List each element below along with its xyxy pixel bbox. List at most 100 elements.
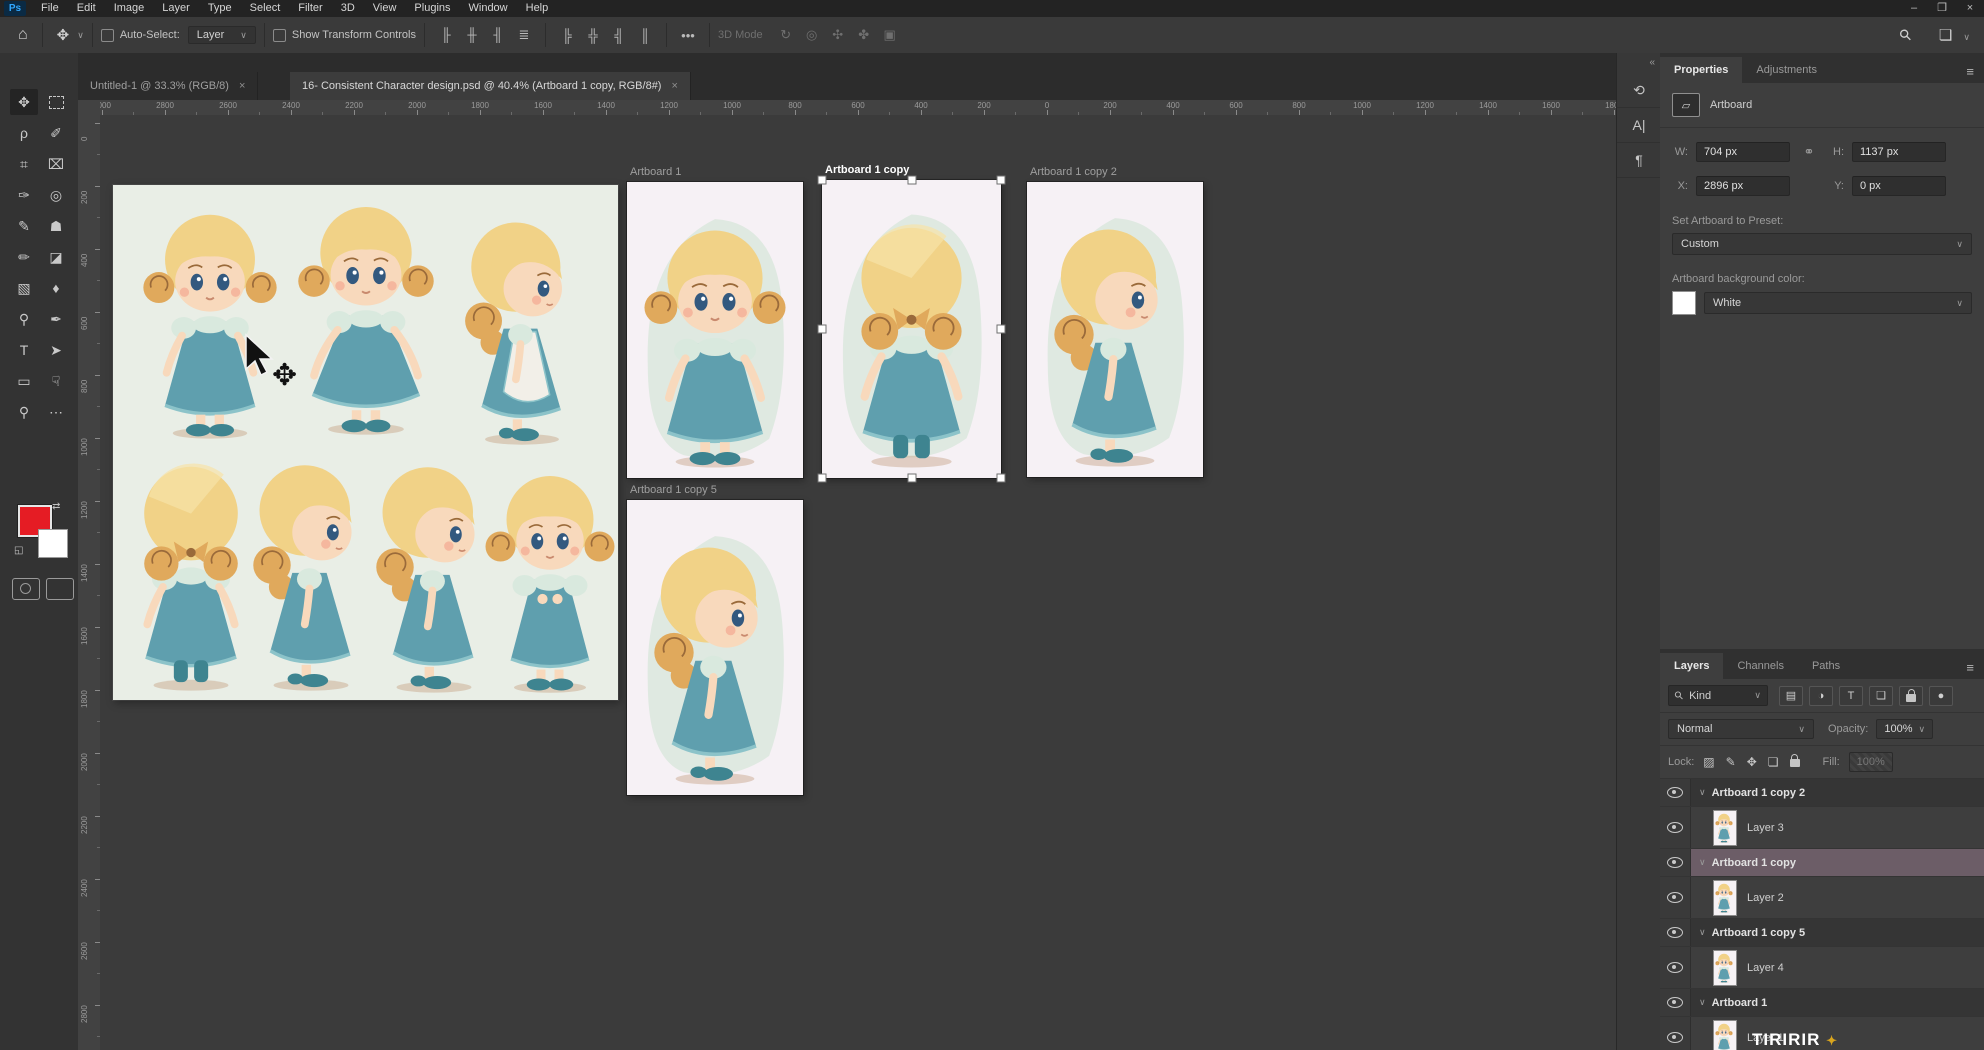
preset-dropdown[interactable]: Custom ∨ — [1672, 233, 1972, 255]
layer-row[interactable]: Layer 4 — [1660, 947, 1984, 989]
hand-tool[interactable]: ☟ — [42, 368, 70, 394]
align-left-edges-icon[interactable]: ╠ — [554, 28, 580, 43]
layer-group-row-selected[interactable]: ∨Artboard 1 copy — [1660, 849, 1984, 877]
pen-tool[interactable]: ✒ — [42, 306, 70, 332]
restore-button[interactable]: ❐ — [1928, 0, 1956, 17]
filter-pixel-layers-icon[interactable]: ▤ — [1779, 686, 1803, 706]
path-selection-tool[interactable]: ➤ — [42, 337, 70, 363]
artboard-bg-dropdown[interactable]: White ∨ — [1704, 292, 1972, 314]
distribute-horizontally-icon[interactable]: ║ — [632, 28, 658, 43]
close-tab-icon[interactable]: × — [671, 80, 677, 92]
visibility-toggle[interactable] — [1660, 807, 1691, 848]
transform-handle[interactable] — [907, 474, 916, 483]
frame-tool[interactable]: ⌧ — [42, 151, 70, 177]
align-vertical-centers-icon[interactable]: ╫ — [459, 27, 485, 43]
layer-row[interactable]: Layer 2 — [1660, 877, 1984, 919]
visibility-toggle[interactable] — [1660, 877, 1691, 918]
layer-thumbnail[interactable] — [1713, 1020, 1737, 1050]
transform-handle[interactable] — [818, 176, 827, 185]
collapse-group-icon[interactable]: ∨ — [1699, 997, 1706, 1008]
filter-locked-layers-icon[interactable] — [1899, 686, 1923, 706]
tab-properties[interactable]: Properties — [1660, 57, 1742, 83]
tab-paths[interactable]: Paths — [1798, 653, 1854, 679]
more-align-options-button[interactable]: ••• — [675, 28, 701, 43]
visibility-toggle[interactable] — [1660, 849, 1691, 876]
zoom-tool[interactable]: ⚲ — [10, 399, 38, 425]
x-field[interactable]: 2896 px — [1696, 176, 1790, 196]
menu-image[interactable]: Image — [105, 0, 154, 17]
menu-window[interactable]: Window — [460, 0, 517, 17]
menu-layer[interactable]: Layer — [153, 0, 199, 17]
filter-type-layers-icon[interactable]: T — [1839, 686, 1863, 706]
vertical-ruler[interactable]: 0200400600800100012001400160018002000220… — [78, 115, 101, 1050]
eraser-tool[interactable]: ◪ — [42, 244, 70, 270]
character-panel-icon[interactable]: A| — [1617, 108, 1661, 143]
blend-mode-dropdown[interactable]: Normal ∨ — [1668, 719, 1814, 739]
brush-tool[interactable]: ✎ — [10, 213, 38, 239]
tab-adjustments[interactable]: Adjustments — [1742, 57, 1831, 83]
paragraph-panel-icon[interactable]: ¶ — [1617, 143, 1661, 178]
menu-type[interactable]: Type — [199, 0, 241, 17]
clone-stamp-tool[interactable]: ☗ — [42, 213, 70, 239]
menu-view[interactable]: View — [364, 0, 406, 17]
more-tools[interactable]: ⋯ — [42, 399, 70, 425]
layer-group-row[interactable]: ∨Artboard 1 — [1660, 989, 1984, 1017]
minimize-button[interactable]: – — [1900, 0, 1928, 17]
filter-smart-objects-icon[interactable]: ● — [1929, 686, 1953, 706]
filter-shape-layers-icon[interactable]: ❏ — [1869, 686, 1893, 706]
3d-pan-icon[interactable]: ✣ — [825, 27, 851, 43]
lock-artboard-icon[interactable]: ❏ — [1768, 755, 1779, 769]
3d-camera-icon[interactable]: ▣ — [877, 27, 903, 43]
tab-channels[interactable]: Channels — [1723, 653, 1797, 679]
horizontal-ruler[interactable]: 3000280026002400220020001800160014001200… — [100, 100, 1616, 116]
layer-row[interactable]: Layer 3 — [1660, 807, 1984, 849]
rectangle-tool[interactable]: ▭ — [10, 368, 38, 394]
artboard-label[interactable]: Artboard 1 — [630, 166, 681, 178]
lock-all-icon[interactable] — [1790, 754, 1800, 770]
layer-thumbnail[interactable] — [1713, 810, 1737, 846]
artboard-2[interactable] — [1027, 182, 1203, 477]
3d-slide-icon[interactable]: ✤ — [851, 27, 877, 43]
align-top-edges-icon[interactable]: ╟ — [433, 27, 459, 43]
move-tool[interactable]: ✥ — [10, 89, 38, 115]
layer-thumbnail[interactable] — [1713, 950, 1737, 986]
layer-group-row[interactable]: ∨Artboard 1 copy 2 — [1660, 779, 1984, 807]
transform-handle[interactable] — [818, 325, 827, 334]
opacity-field[interactable]: 100% ∨ — [1876, 719, 1933, 739]
mixer-brush-tool[interactable]: ✏ — [10, 244, 38, 270]
ruler-corner[interactable] — [78, 100, 101, 116]
screen-mode-button[interactable] — [46, 578, 74, 600]
align-bottom-edges-icon[interactable]: ╢ — [485, 27, 511, 43]
menu-edit[interactable]: Edit — [68, 0, 105, 17]
menu-plugins[interactable]: Plugins — [405, 0, 459, 17]
layer-thumbnail[interactable] — [1713, 880, 1737, 916]
panel-menu-icon[interactable]: ≡ — [1966, 64, 1984, 83]
width-field[interactable]: 704 px — [1696, 142, 1790, 162]
document-tab-0[interactable]: Untitled-1 @ 33.3% (RGB/8)× — [78, 72, 258, 100]
menu-select[interactable]: Select — [241, 0, 290, 17]
collapse-group-icon[interactable]: ∨ — [1699, 857, 1706, 868]
lasso-tool[interactable]: ρ — [10, 120, 38, 146]
expand-panels-icon[interactable]: « — [1649, 57, 1655, 68]
marquee-tool[interactable] — [42, 89, 70, 115]
visibility-toggle[interactable] — [1660, 1017, 1691, 1050]
close-button[interactable]: × — [1956, 0, 1984, 17]
reference-image-layer[interactable] — [113, 185, 618, 700]
artboard-label[interactable]: Artboard 1 copy — [825, 164, 909, 176]
transform-handle[interactable] — [997, 325, 1006, 334]
eyedropper-tool[interactable]: ✑ — [10, 182, 38, 208]
artboard-label[interactable]: Artboard 1 copy 5 — [630, 484, 717, 496]
type-tool[interactable]: T — [10, 337, 38, 363]
collapse-group-icon[interactable]: ∨ — [1699, 927, 1706, 938]
link-dimensions-icon[interactable]: ⚭ — [1798, 144, 1820, 160]
default-colors-icon[interactable]: ◱ — [14, 545, 23, 556]
visibility-toggle[interactable] — [1660, 779, 1691, 806]
document-tab-1[interactable]: 16- Consistent Character design.psd @ 40… — [290, 72, 691, 100]
transform-handle[interactable] — [997, 176, 1006, 185]
object-selection-tool[interactable]: ✐ — [42, 120, 70, 146]
visibility-toggle[interactable] — [1660, 989, 1691, 1016]
distribute-vertically-icon[interactable]: ≣ — [511, 27, 537, 43]
magic-wand-tool[interactable]: ◎ — [42, 182, 70, 208]
workspace-switcher-icon[interactable]: ❏ — [1933, 27, 1958, 44]
panel-menu-icon[interactable]: ≡ — [1966, 660, 1984, 679]
